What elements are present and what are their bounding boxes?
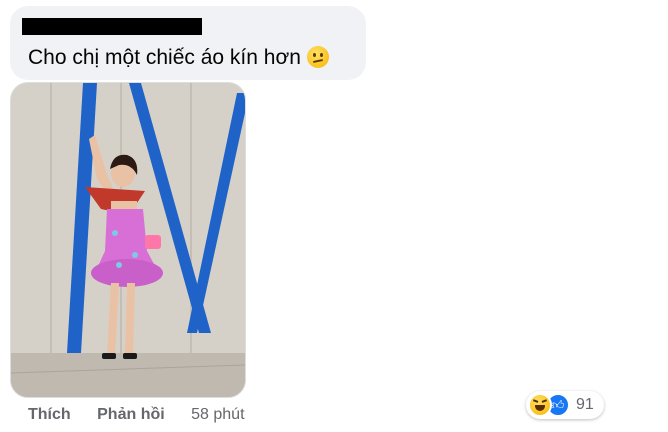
photo-illustration — [11, 83, 245, 397]
confused-face-icon — [306, 46, 329, 68]
reaction-count: 91 — [576, 396, 594, 413]
like-action-button[interactable]: Thích — [28, 406, 71, 423]
reply-action-button[interactable]: Phản hồi — [97, 406, 165, 423]
comment-photo[interactable] — [10, 82, 246, 398]
comment-timestamp[interactable]: 58 phút — [191, 406, 244, 423]
comment-body: Cho chị một chiếc áo kín hơn — [28, 46, 301, 69]
reactions-summary[interactable]: 👍︎ 91 — [526, 391, 604, 419]
comment-text: Cho chị một chiếc áo kín hơn — [28, 46, 329, 70]
comment-bubble: Cho chị một chiếc áo kín hơn — [10, 6, 366, 80]
haha-icon — [528, 393, 552, 417]
redacted-author-name — [22, 18, 202, 35]
comment-actions: Thích Phản hồi 58 phút — [28, 406, 245, 424]
